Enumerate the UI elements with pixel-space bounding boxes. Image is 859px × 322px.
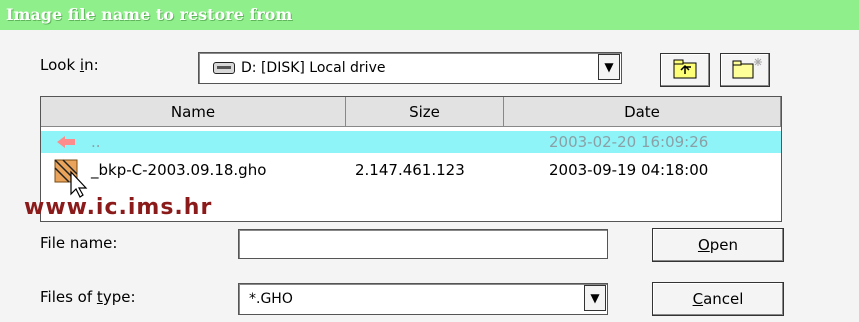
chevron-down-icon: ▼	[590, 291, 600, 305]
file-date-cell: 2003-09-19 04:18:00	[549, 161, 709, 179]
file-size-cell: 2.147.461.123	[355, 161, 465, 179]
window-title: Image file name to restore from	[0, 0, 859, 30]
open-button[interactable]: Open	[652, 228, 784, 262]
file-name-input[interactable]	[238, 229, 608, 259]
file-name-cell: ..	[91, 133, 101, 151]
new-folder-button[interactable]	[720, 53, 770, 87]
back-arrow-icon	[55, 134, 77, 156]
chevron-down-icon: ▼	[604, 60, 614, 74]
watermark-text: www.ic.ims.hr	[24, 195, 213, 220]
files-of-type-dropdown-button[interactable]: ▼	[584, 285, 606, 311]
files-of-type-label: Files of type:	[40, 288, 136, 306]
list-item[interactable]: _bkp-C-2003.09.18.gho 2.147.461.123 2003…	[41, 157, 781, 198]
files-of-type-dropdown[interactable]: *.GHO ▼	[238, 283, 608, 315]
drive-icon	[213, 62, 235, 74]
column-header-date[interactable]: Date	[504, 97, 781, 127]
look-in-label: Look in:	[40, 56, 99, 74]
up-folder-icon	[673, 59, 697, 79]
look-in-dropdown[interactable]: D: [DISK] Local drive ▼	[198, 52, 622, 84]
column-header-size[interactable]: Size	[346, 97, 504, 127]
look-in-value: D: [DISK] Local drive	[241, 60, 386, 76]
file-name-label: File name:	[40, 234, 118, 252]
list-item[interactable]: .. 2003-02-20 16:09:26	[41, 131, 781, 153]
column-header-name[interactable]: Name	[41, 97, 346, 127]
new-folder-icon	[732, 58, 762, 79]
file-name-cell: _bkp-C-2003.09.18.gho	[91, 161, 267, 179]
files-of-type-value: *.GHO	[249, 291, 293, 307]
file-date-cell: 2003-02-20 16:09:26	[549, 133, 709, 151]
cancel-button[interactable]: Cancel	[652, 282, 784, 316]
up-folder-button[interactable]	[660, 53, 710, 87]
look-in-dropdown-button[interactable]: ▼	[598, 54, 620, 80]
restore-dialog: Image file name to restore from Look in:…	[0, 0, 859, 322]
